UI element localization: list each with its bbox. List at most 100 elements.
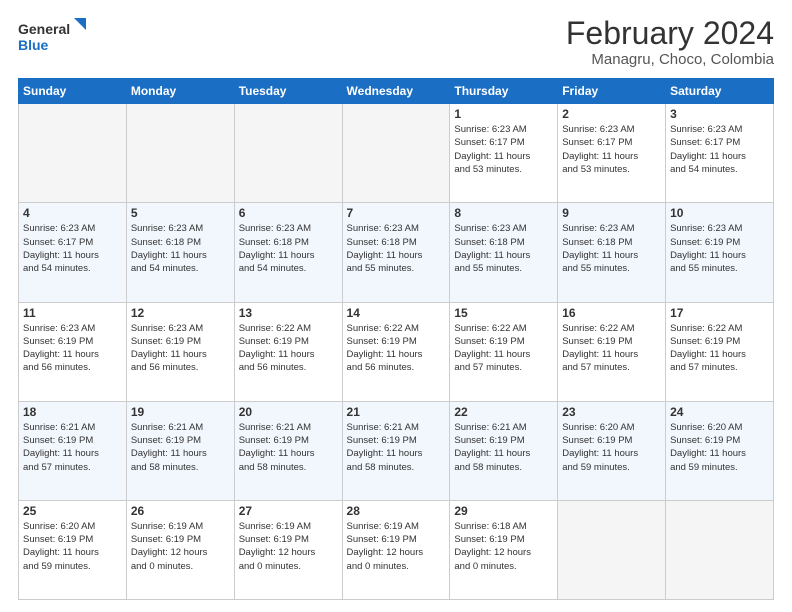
calendar-day-cell: 29 Sunrise: 6:18 AMSunset: 6:19 PMDayligh… — [450, 500, 558, 599]
logo-svg: General Blue — [18, 16, 88, 56]
header: General Blue February 2024 Managru, Choc… — [18, 16, 774, 68]
calendar-day-cell: 20 Sunrise: 6:21 AMSunset: 6:19 PMDayligh… — [234, 401, 342, 500]
calendar-day-cell: 24Sunrise: 6:20 AMSunset: 6:19 PMDayligh… — [666, 401, 774, 500]
calendar-day-cell: 14 Sunrise: 6:22 AMSunset: 6:19 PMDayligh… — [342, 302, 450, 401]
day-number: 7 — [347, 206, 446, 220]
calendar-day-cell: 12 Sunrise: 6:23 AMSunset: 6:19 PMDayligh… — [126, 302, 234, 401]
day-info: Sunrise: 6:23 AMSunset: 6:18 PMDaylight:… — [562, 222, 661, 275]
calendar-day-cell: 2Sunrise: 6:23 AMSunset: 6:17 PMDaylight… — [558, 104, 666, 203]
day-info: Sunrise: 6:23 AMSunset: 6:17 PMDaylight:… — [454, 123, 553, 176]
calendar-week-row: 4 Sunrise: 6:23 AMSunset: 6:17 PMDaylight… — [19, 203, 774, 302]
calendar-day-cell: 11 Sunrise: 6:23 AMSunset: 6:19 PMDayligh… — [19, 302, 127, 401]
calendar-week-row: 25Sunrise: 6:20 AMSunset: 6:19 PMDayligh… — [19, 500, 774, 599]
calendar-day-cell — [666, 500, 774, 599]
day-info: Sunrise: 6:23 AMSunset: 6:18 PMDaylight:… — [347, 222, 446, 275]
calendar-day-cell: 1 Sunrise: 6:23 AMSunset: 6:17 PMDaylight… — [450, 104, 558, 203]
day-number: 22 — [454, 405, 553, 419]
calendar-day-cell: 22 Sunrise: 6:21 AMSunset: 6:19 PMDayligh… — [450, 401, 558, 500]
day-number: 29 — [454, 504, 553, 518]
day-number: 6 — [239, 206, 338, 220]
svg-text:General: General — [18, 21, 70, 37]
calendar-day-cell: 25Sunrise: 6:20 AMSunset: 6:19 PMDayligh… — [19, 500, 127, 599]
day-info: Sunrise: 6:21 AMSunset: 6:19 PMDaylight:… — [131, 421, 230, 474]
day-number: 18 — [23, 405, 122, 419]
calendar-day-cell: 5 Sunrise: 6:23 AMSunset: 6:18 PMDaylight… — [126, 203, 234, 302]
day-number: 27 — [239, 504, 338, 518]
day-number: 1 — [454, 107, 553, 121]
calendar-day-cell: 27 Sunrise: 6:19 AMSunset: 6:19 PMDayligh… — [234, 500, 342, 599]
main-title: February 2024 — [566, 16, 774, 51]
calendar-body: 1 Sunrise: 6:23 AMSunset: 6:17 PMDaylight… — [19, 104, 774, 600]
day-number: 26 — [131, 504, 230, 518]
title-block: February 2024 Managru, Choco, Colombia — [566, 16, 774, 68]
calendar-day-cell — [558, 500, 666, 599]
calendar-day-cell: 8 Sunrise: 6:23 AMSunset: 6:18 PMDaylight… — [450, 203, 558, 302]
day-info: Sunrise: 6:22 AMSunset: 6:19 PMDaylight:… — [670, 322, 769, 375]
day-info: Sunrise: 6:23 AMSunset: 6:17 PMDaylight:… — [23, 222, 122, 275]
weekday-header-cell: Friday — [558, 79, 666, 104]
day-info: Sunrise: 6:22 AMSunset: 6:19 PMDaylight:… — [347, 322, 446, 375]
calendar-day-cell — [19, 104, 127, 203]
day-info: Sunrise: 6:23 AMSunset: 6:17 PMDaylight:… — [670, 123, 769, 176]
day-info: Sunrise: 6:23 AMSunset: 6:19 PMDaylight:… — [670, 222, 769, 275]
day-info: Sunrise: 6:22 AMSunset: 6:19 PMDaylight:… — [454, 322, 553, 375]
day-info: Sunrise: 6:19 AMSunset: 6:19 PMDaylight:… — [239, 520, 338, 573]
day-number: 15 — [454, 306, 553, 320]
calendar-day-cell: 15 Sunrise: 6:22 AMSunset: 6:19 PMDayligh… — [450, 302, 558, 401]
weekday-header-cell: Sunday — [19, 79, 127, 104]
day-info: Sunrise: 6:21 AMSunset: 6:19 PMDaylight:… — [454, 421, 553, 474]
day-info: Sunrise: 6:23 AMSunset: 6:18 PMDaylight:… — [454, 222, 553, 275]
weekday-header-cell: Wednesday — [342, 79, 450, 104]
calendar-day-cell: 18 Sunrise: 6:21 AMSunset: 6:19 PMDayligh… — [19, 401, 127, 500]
day-number: 3 — [670, 107, 769, 121]
day-number: 14 — [347, 306, 446, 320]
day-number: 10 — [670, 206, 769, 220]
day-info: Sunrise: 6:21 AMSunset: 6:19 PMDaylight:… — [239, 421, 338, 474]
day-number: 16 — [562, 306, 661, 320]
day-number: 23 — [562, 405, 661, 419]
calendar-day-cell — [126, 104, 234, 203]
calendar-week-row: 11 Sunrise: 6:23 AMSunset: 6:19 PMDayligh… — [19, 302, 774, 401]
day-info: Sunrise: 6:20 AMSunset: 6:19 PMDaylight:… — [670, 421, 769, 474]
calendar-week-row: 1 Sunrise: 6:23 AMSunset: 6:17 PMDaylight… — [19, 104, 774, 203]
calendar-day-cell: 17 Sunrise: 6:22 AMSunset: 6:19 PMDayligh… — [666, 302, 774, 401]
day-info: Sunrise: 6:23 AMSunset: 6:17 PMDaylight:… — [562, 123, 661, 176]
svg-text:Blue: Blue — [18, 37, 49, 53]
day-number: 5 — [131, 206, 230, 220]
day-number: 20 — [239, 405, 338, 419]
day-info: Sunrise: 6:21 AMSunset: 6:19 PMDaylight:… — [23, 421, 122, 474]
calendar-week-row: 18 Sunrise: 6:21 AMSunset: 6:19 PMDayligh… — [19, 401, 774, 500]
calendar-day-cell: 28 Sunrise: 6:19 AMSunset: 6:19 PMDayligh… — [342, 500, 450, 599]
page: General Blue February 2024 Managru, Choc… — [0, 0, 792, 612]
calendar-day-cell: 7 Sunrise: 6:23 AMSunset: 6:18 PMDaylight… — [342, 203, 450, 302]
day-number: 28 — [347, 504, 446, 518]
day-number: 19 — [131, 405, 230, 419]
day-info: Sunrise: 6:23 AMSunset: 6:18 PMDaylight:… — [239, 222, 338, 275]
day-number: 17 — [670, 306, 769, 320]
calendar-day-cell: 19 Sunrise: 6:21 AMSunset: 6:19 PMDayligh… — [126, 401, 234, 500]
day-info: Sunrise: 6:22 AMSunset: 6:19 PMDaylight:… — [239, 322, 338, 375]
day-number: 13 — [239, 306, 338, 320]
calendar-day-cell: 4 Sunrise: 6:23 AMSunset: 6:17 PMDaylight… — [19, 203, 127, 302]
calendar-day-cell — [234, 104, 342, 203]
calendar-day-cell: 10 Sunrise: 6:23 AMSunset: 6:19 PMDayligh… — [666, 203, 774, 302]
calendar-day-cell: 13 Sunrise: 6:22 AMSunset: 6:19 PMDayligh… — [234, 302, 342, 401]
calendar-day-cell: 26Sunrise: 6:19 AMSunset: 6:19 PMDayligh… — [126, 500, 234, 599]
calendar-table: SundayMondayTuesdayWednesdayThursdayFrid… — [18, 78, 774, 600]
calendar-day-cell: 6 Sunrise: 6:23 AMSunset: 6:18 PMDaylight… — [234, 203, 342, 302]
day-info: Sunrise: 6:23 AMSunset: 6:19 PMDaylight:… — [23, 322, 122, 375]
day-info: Sunrise: 6:18 AMSunset: 6:19 PMDaylight:… — [454, 520, 553, 573]
day-info: Sunrise: 6:23 AMSunset: 6:19 PMDaylight:… — [131, 322, 230, 375]
day-number: 8 — [454, 206, 553, 220]
day-info: Sunrise: 6:23 AMSunset: 6:18 PMDaylight:… — [131, 222, 230, 275]
day-info: Sunrise: 6:22 AMSunset: 6:19 PMDaylight:… — [562, 322, 661, 375]
day-info: Sunrise: 6:19 AMSunset: 6:19 PMDaylight:… — [347, 520, 446, 573]
day-info: Sunrise: 6:20 AMSunset: 6:19 PMDaylight:… — [562, 421, 661, 474]
day-number: 12 — [131, 306, 230, 320]
day-info: Sunrise: 6:21 AMSunset: 6:19 PMDaylight:… — [347, 421, 446, 474]
weekday-header-cell: Tuesday — [234, 79, 342, 104]
weekday-header-cell: Monday — [126, 79, 234, 104]
subtitle: Managru, Choco, Colombia — [566, 51, 774, 68]
day-number: 11 — [23, 306, 122, 320]
day-number: 4 — [23, 206, 122, 220]
